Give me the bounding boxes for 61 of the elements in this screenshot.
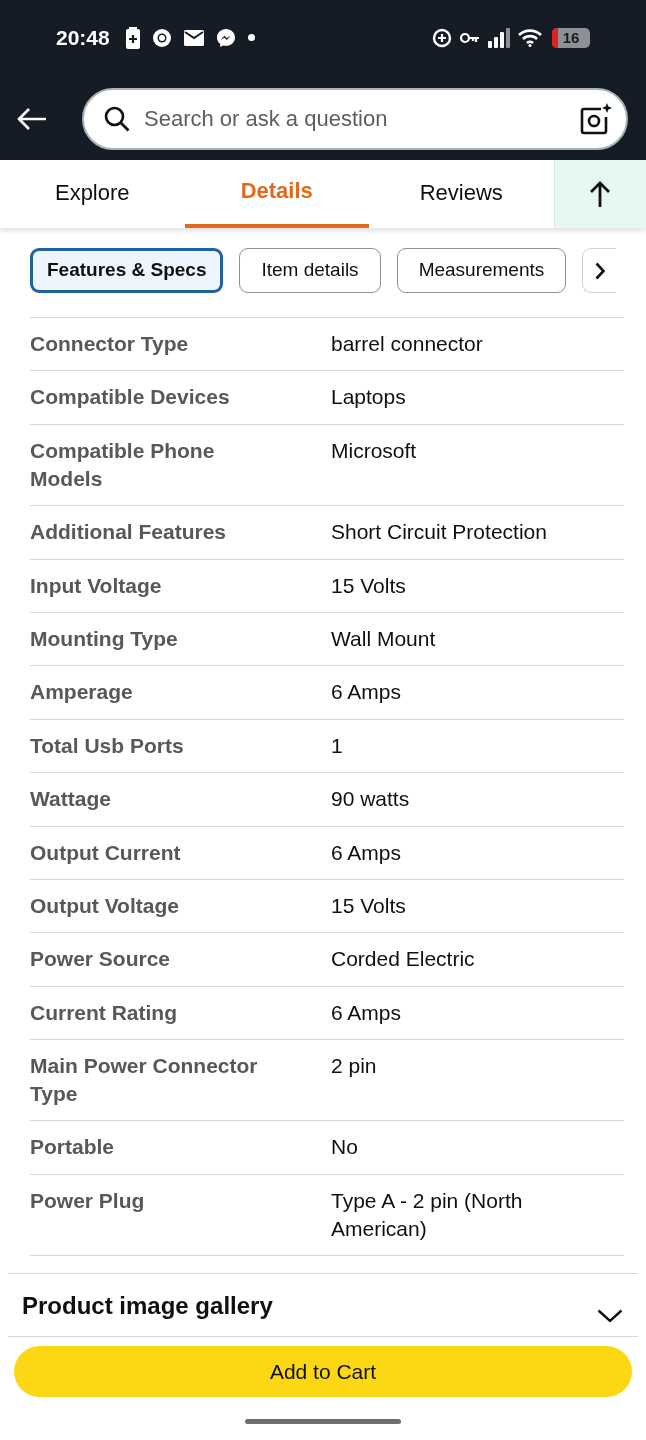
spec-value: Short Circuit Protection (331, 520, 547, 544)
scroll-right-button[interactable] (582, 248, 617, 293)
spec-name: Amperage (30, 680, 133, 704)
camera-icon[interactable] (580, 103, 612, 135)
spec-value: 15 Volts (331, 573, 406, 597)
spec-name: Power Plug (30, 1188, 145, 1212)
dot-icon (247, 34, 255, 41)
filter-chip[interactable]: Item details (239, 248, 381, 293)
spec-name: Total Usb Ports (30, 733, 184, 757)
spec-name: Output Voltage (30, 893, 179, 917)
spec-value: Microsoft (331, 438, 417, 462)
clock-time: 20:48 (56, 27, 110, 48)
spec-name: Current Rating (30, 1000, 177, 1024)
back-arrow-icon (17, 108, 47, 130)
spec-name: Power Source (30, 947, 171, 971)
spec-value: Wall Mount (331, 626, 436, 650)
spec-value: Type A - 2 pin (North American) (331, 1188, 523, 1240)
section-title: Product image gallery (22, 1291, 273, 1322)
spec-value: 1 (331, 733, 343, 757)
spec-name: Mounting Type (30, 626, 178, 650)
spec-name: Compatible Phone Models (30, 438, 215, 490)
spec-value: barrel connector (331, 332, 483, 355)
add-to-cart-button[interactable]: Add to Cart (14, 1346, 632, 1398)
spec-value: 2 pin (331, 1054, 377, 1078)
chevron-right-icon (594, 261, 605, 280)
up-arrow-icon (590, 181, 611, 207)
battery-charging-icon (125, 26, 140, 49)
tab[interactable]: Reviews (369, 160, 554, 228)
key-icon (460, 31, 480, 44)
spec-value: Laptops (331, 385, 406, 409)
spec-name: Connector Type (30, 332, 189, 355)
spec-value: 6 Amps (331, 840, 402, 864)
ring-icon (151, 27, 172, 48)
plus-circle-icon (432, 27, 452, 48)
spec-name: Main Power Connector Type (30, 1054, 258, 1106)
search-icon (104, 106, 130, 132)
battery-indicator: 16 (552, 27, 590, 48)
filter-chip[interactable]: Features & Specs (30, 248, 224, 293)
spec-value: 90 watts (331, 787, 410, 811)
home-indicator[interactable] (245, 1419, 401, 1425)
spec-name: Portable (30, 1135, 115, 1159)
spec-name: Output Current (30, 840, 181, 864)
spec-name: Input Voltage (30, 573, 162, 597)
scroll-to-top-button[interactable] (553, 160, 646, 228)
spec-name: Compatible Devices (30, 385, 230, 409)
spec-value: No (331, 1135, 358, 1159)
spec-value: 15 Volts (331, 893, 406, 917)
spec-name: Wattage (30, 787, 111, 811)
expand-button[interactable] (596, 1308, 624, 1325)
spec-value: 6 Amps (331, 680, 402, 704)
chevron-down-icon (597, 1309, 623, 1324)
search-bar[interactable]: Search or ask a question (82, 88, 628, 150)
filter-chip[interactable]: Measurements (396, 248, 567, 293)
spec-value: Corded Electric (331, 947, 475, 971)
tab[interactable]: Explore (0, 160, 185, 228)
mail-icon (183, 29, 204, 46)
spec-name: Additional Features (30, 520, 227, 544)
chat-bubble-icon (215, 27, 236, 48)
signal-icon (488, 27, 510, 48)
wifi-icon (518, 28, 542, 47)
spec-value: 6 Amps (331, 1000, 402, 1024)
